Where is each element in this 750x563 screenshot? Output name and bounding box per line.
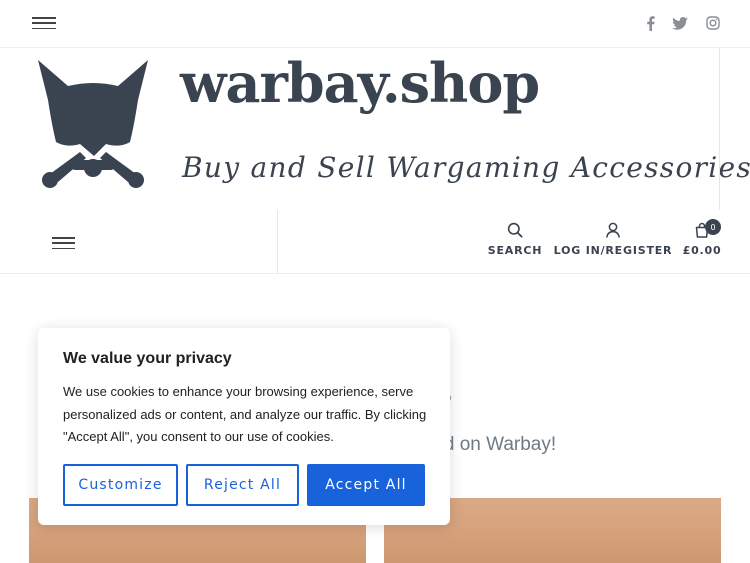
- cookie-message: We use cookies to enhance your browsing …: [63, 384, 427, 444]
- hamburger-icon[interactable]: [52, 237, 75, 249]
- search-label: SEARCH: [487, 244, 543, 257]
- top-bar: [0, 0, 750, 48]
- helmet-swords-logo: [38, 60, 148, 188]
- accept-all-button[interactable]: Accept All: [307, 464, 425, 506]
- cart-count-badge: 0: [705, 219, 721, 235]
- search-icon: [507, 222, 523, 238]
- main-nav-bar: SEARCH LOG IN/REGISTER £0.00: [0, 210, 750, 274]
- brand-tagline: Buy and Sell Wargaming Accessories: [182, 151, 750, 184]
- user-icon: [606, 222, 620, 238]
- twitter-icon[interactable]: [671, 14, 689, 32]
- cart-total: £0.00: [682, 244, 722, 257]
- search-button[interactable]: SEARCH: [487, 222, 543, 257]
- banner-divider: [719, 48, 720, 210]
- facebook-icon[interactable]: [641, 14, 659, 32]
- customize-button[interactable]: Customize: [63, 464, 178, 506]
- instagram-icon[interactable]: [704, 14, 722, 32]
- brand-name: warbay.shop: [180, 51, 540, 115]
- logo-banner[interactable]: warbay.shop Buy and Sell Wargaming Acces…: [28, 50, 750, 208]
- login-register-label: LOG IN/REGISTER: [553, 244, 673, 257]
- login-register-link[interactable]: LOG IN/REGISTER: [554, 222, 672, 257]
- nav-divider: [277, 210, 278, 274]
- cookie-consent-dialog: We value your privacy We use cookies to …: [38, 328, 450, 525]
- reject-all-button[interactable]: Reject All: [186, 464, 299, 506]
- cookie-title: We value your privacy: [63, 350, 232, 367]
- hamburger-icon[interactable]: [32, 17, 56, 29]
